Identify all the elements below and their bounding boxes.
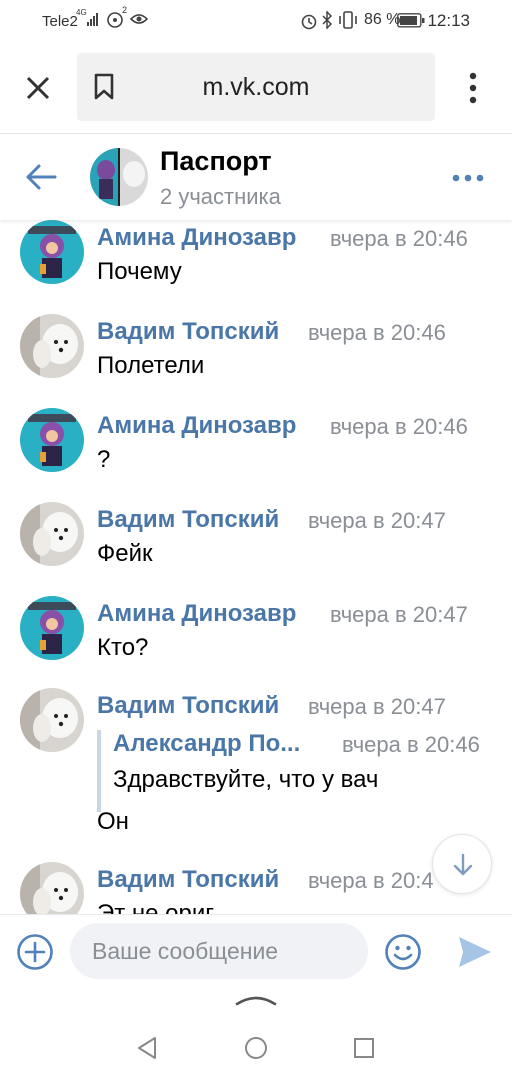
vadim-avatar-image	[20, 314, 84, 378]
message-author[interactable]: Вадим Топский	[97, 692, 279, 720]
message-text: Эт не ориг	[97, 900, 215, 914]
avatar[interactable]	[20, 596, 84, 660]
chat-members-count[interactable]: 2 участника	[160, 184, 281, 210]
chat-title[interactable]: Паспорт	[160, 146, 272, 177]
message-text: Полетели	[97, 352, 205, 379]
message-list[interactable]: Амина Динозавр вчера в 20:46 Почему Вади…	[0, 220, 512, 914]
avatar[interactable]	[20, 314, 84, 378]
bluetooth-icon	[322, 11, 333, 29]
message-text: Фейк	[97, 540, 153, 567]
amina-avatar-image	[20, 596, 84, 660]
notification-count: 2	[122, 5, 128, 15]
message-time: вчера в 20:47	[308, 508, 446, 533]
avatar[interactable]	[20, 502, 84, 566]
more-horizontal-icon[interactable]	[452, 174, 484, 182]
browser-toolbar: m.vk.com	[0, 42, 512, 134]
avatar[interactable]	[20, 862, 84, 914]
message-author[interactable]: Амина Динозавр	[97, 412, 296, 440]
close-icon[interactable]	[24, 74, 52, 102]
message-time: вчера в 20:4	[308, 868, 434, 893]
avatar[interactable]	[20, 220, 84, 284]
quote-time: вчера в 20:46	[342, 732, 480, 757]
chevron-up-icon[interactable]	[234, 994, 278, 1006]
message-text: Он	[97, 808, 129, 835]
scroll-down-button[interactable]	[432, 834, 492, 894]
message-text: Кто?	[97, 634, 149, 661]
message-author[interactable]: Амина Динозавр	[97, 224, 296, 252]
battery-icon	[397, 13, 425, 28]
chat-avatar-image	[90, 148, 148, 206]
message-time: вчера в 20:46	[330, 226, 468, 251]
address-bar[interactable]: m.vk.com	[77, 53, 435, 121]
chat-avatar[interactable]	[90, 148, 148, 206]
url-text: m.vk.com	[202, 73, 310, 101]
alarm-icon	[301, 14, 317, 30]
nav-recents-icon[interactable]	[353, 1037, 375, 1059]
amina-avatar-image	[20, 408, 84, 472]
status-bar: Tele2 4G 2 86 % 12:13	[0, 0, 512, 42]
add-icon[interactable]	[16, 933, 54, 971]
chat-header: Паспорт 2 участника	[0, 134, 512, 220]
message-author[interactable]: Вадим Топский	[97, 318, 279, 346]
system-nav-bar	[0, 1010, 512, 1080]
message-time: вчера в 20:47	[308, 694, 446, 719]
signal-icon	[87, 13, 98, 26]
eye-icon	[130, 14, 148, 24]
message-text: ?	[97, 446, 111, 473]
message-author[interactable]: Вадим Топский	[97, 866, 279, 894]
quote-text: Здравствуйте, что у вач	[113, 766, 379, 793]
vibrate-icon	[339, 11, 357, 29]
battery-percent: 86 %	[364, 11, 401, 28]
message-input[interactable]	[70, 923, 368, 979]
back-arrow-icon[interactable]	[25, 164, 57, 190]
quote-bar	[97, 730, 101, 812]
message-author[interactable]: Амина Динозавр	[97, 600, 296, 628]
amina-avatar-image	[20, 220, 84, 284]
carrier-name: Tele2	[42, 13, 78, 30]
emoji-icon[interactable]	[384, 933, 422, 971]
avatar[interactable]	[20, 688, 84, 752]
message-time: вчера в 20:46	[308, 320, 446, 345]
message-composer	[0, 914, 512, 986]
gesture-handle-area	[0, 986, 512, 1010]
message-time: вчера в 20:47	[330, 602, 468, 627]
nav-home-icon[interactable]	[244, 1036, 268, 1060]
nav-back-icon[interactable]	[136, 1036, 158, 1060]
scroll-down-icon	[453, 853, 473, 876]
vadim-avatar-image	[20, 862, 84, 914]
vadim-avatar-image	[20, 502, 84, 566]
network-type: 4G	[76, 8, 87, 17]
message-author[interactable]: Вадим Топский	[97, 506, 279, 534]
quote-author[interactable]: Александр По...	[113, 730, 300, 758]
more-vertical-icon[interactable]	[466, 72, 480, 104]
message-time: вчера в 20:46	[330, 414, 468, 439]
message-text: Почему	[97, 258, 182, 285]
avatar[interactable]	[20, 408, 84, 472]
clock: 12:13	[427, 11, 470, 30]
send-icon[interactable]	[457, 935, 493, 969]
vadim-avatar-image	[20, 688, 84, 752]
